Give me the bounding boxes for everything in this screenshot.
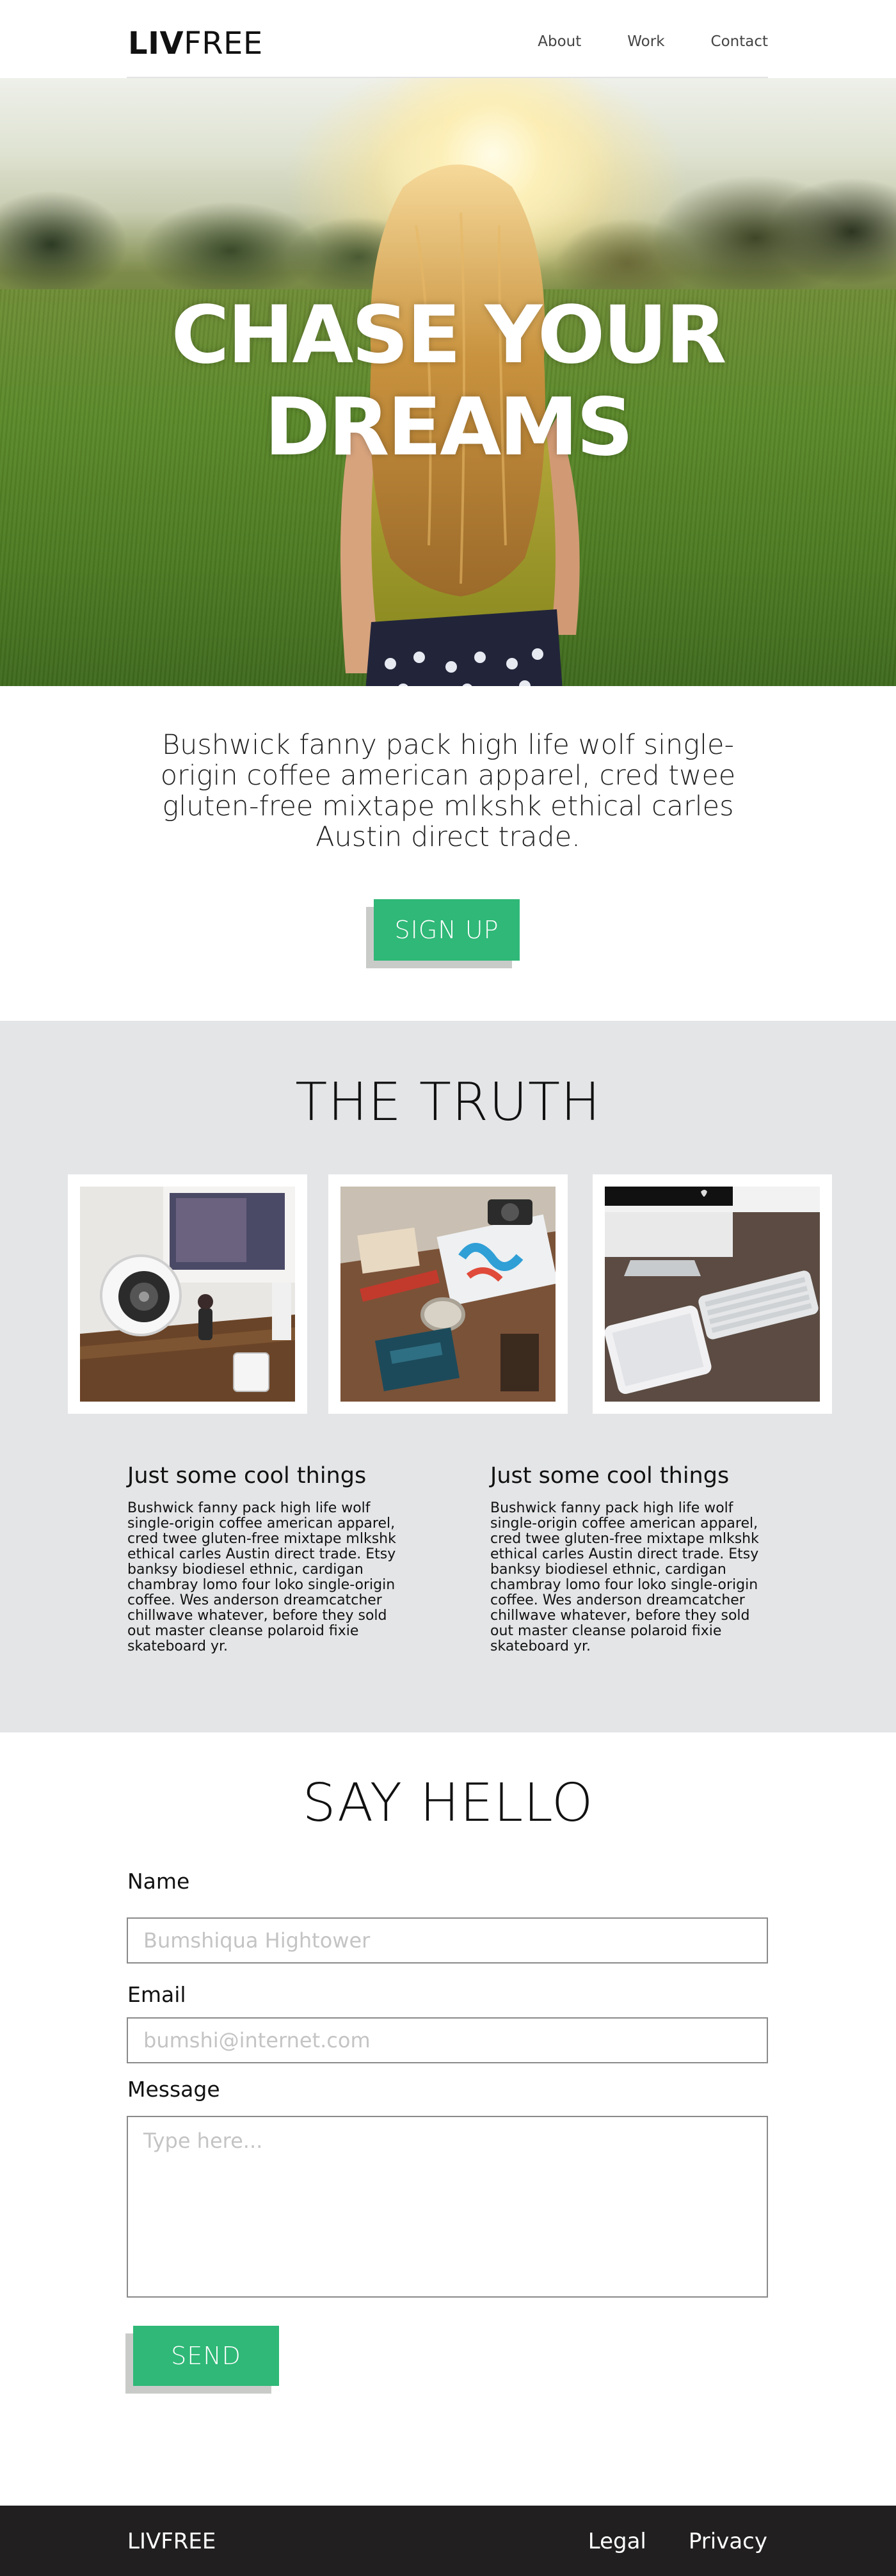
nav-about-link[interactable]: About <box>538 33 581 50</box>
hero-headline-line1: CHASE YOUR <box>171 289 727 381</box>
logo-bold-text: LIV <box>128 26 184 61</box>
email-input[interactable] <box>127 2017 768 2063</box>
site-logo[interactable]: LIVFREE <box>128 26 263 61</box>
column-heading: Just some cool things <box>127 1463 367 1489</box>
footer-brand[interactable]: LIVFREE <box>127 2529 216 2554</box>
message-textarea[interactable] <box>127 2116 768 2298</box>
nav-contact-link[interactable]: Contact <box>711 33 768 50</box>
photo-card-speaker <box>68 1174 307 1414</box>
footer-legal-link[interactable]: Legal <box>588 2529 646 2554</box>
nav-work-link[interactable]: Work <box>627 33 664 50</box>
footer-privacy-link[interactable]: Privacy <box>689 2529 767 2554</box>
main-nav: About Work Contact <box>538 33 768 50</box>
column-body: Bushwick fanny pack high life wolf singl… <box>490 1500 759 1654</box>
site-header: LIVFREE About Work Contact <box>127 0 768 78</box>
column-heading: Just some cool things <box>490 1463 730 1489</box>
truth-column-left: Just some cool things Bushwick fanny pac… <box>127 1462 409 1654</box>
photo-card-flatlay <box>328 1174 568 1414</box>
truth-column-right: Just some cool things Bushwick fanny pac… <box>490 1462 772 1654</box>
imac-desk-image <box>605 1187 820 1402</box>
message-label: Message <box>127 2077 220 2102</box>
desk-speaker-image <box>80 1187 295 1402</box>
flatlay-items-image <box>340 1187 556 1402</box>
send-button[interactable]: SEND <box>133 2326 279 2386</box>
column-body: Bushwick fanny pack high life wolf singl… <box>127 1500 396 1654</box>
name-input[interactable] <box>127 1917 768 1964</box>
truth-section: THE TRUTH Just some cool things Bushwick… <box>0 1021 896 1732</box>
logo-light-text: FREE <box>184 26 263 61</box>
signup-button-wrapper: SIGN UP <box>366 899 520 968</box>
send-button-wrapper: SEND <box>125 2326 279 2394</box>
hero-headline-line2: DREAMS <box>264 381 634 474</box>
name-label: Name <box>127 1869 190 1894</box>
email-label: Email <box>127 1982 186 2007</box>
footer-links: Legal Privacy <box>588 2529 767 2554</box>
intro-text: Bushwick fanny pack high life wolf singl… <box>160 729 736 853</box>
photo-card-imac <box>593 1174 832 1414</box>
site-footer: LIVFREE Legal Privacy <box>0 2506 896 2576</box>
contact-title: SAY HELLO <box>302 1773 594 1834</box>
hero-headline: CHASE YOUR DREAMS <box>0 289 896 474</box>
truth-title: THE TRUTH <box>295 1072 601 1133</box>
signup-button[interactable]: SIGN UP <box>374 899 520 961</box>
hero-banner: CHASE YOUR DREAMS <box>0 78 896 686</box>
